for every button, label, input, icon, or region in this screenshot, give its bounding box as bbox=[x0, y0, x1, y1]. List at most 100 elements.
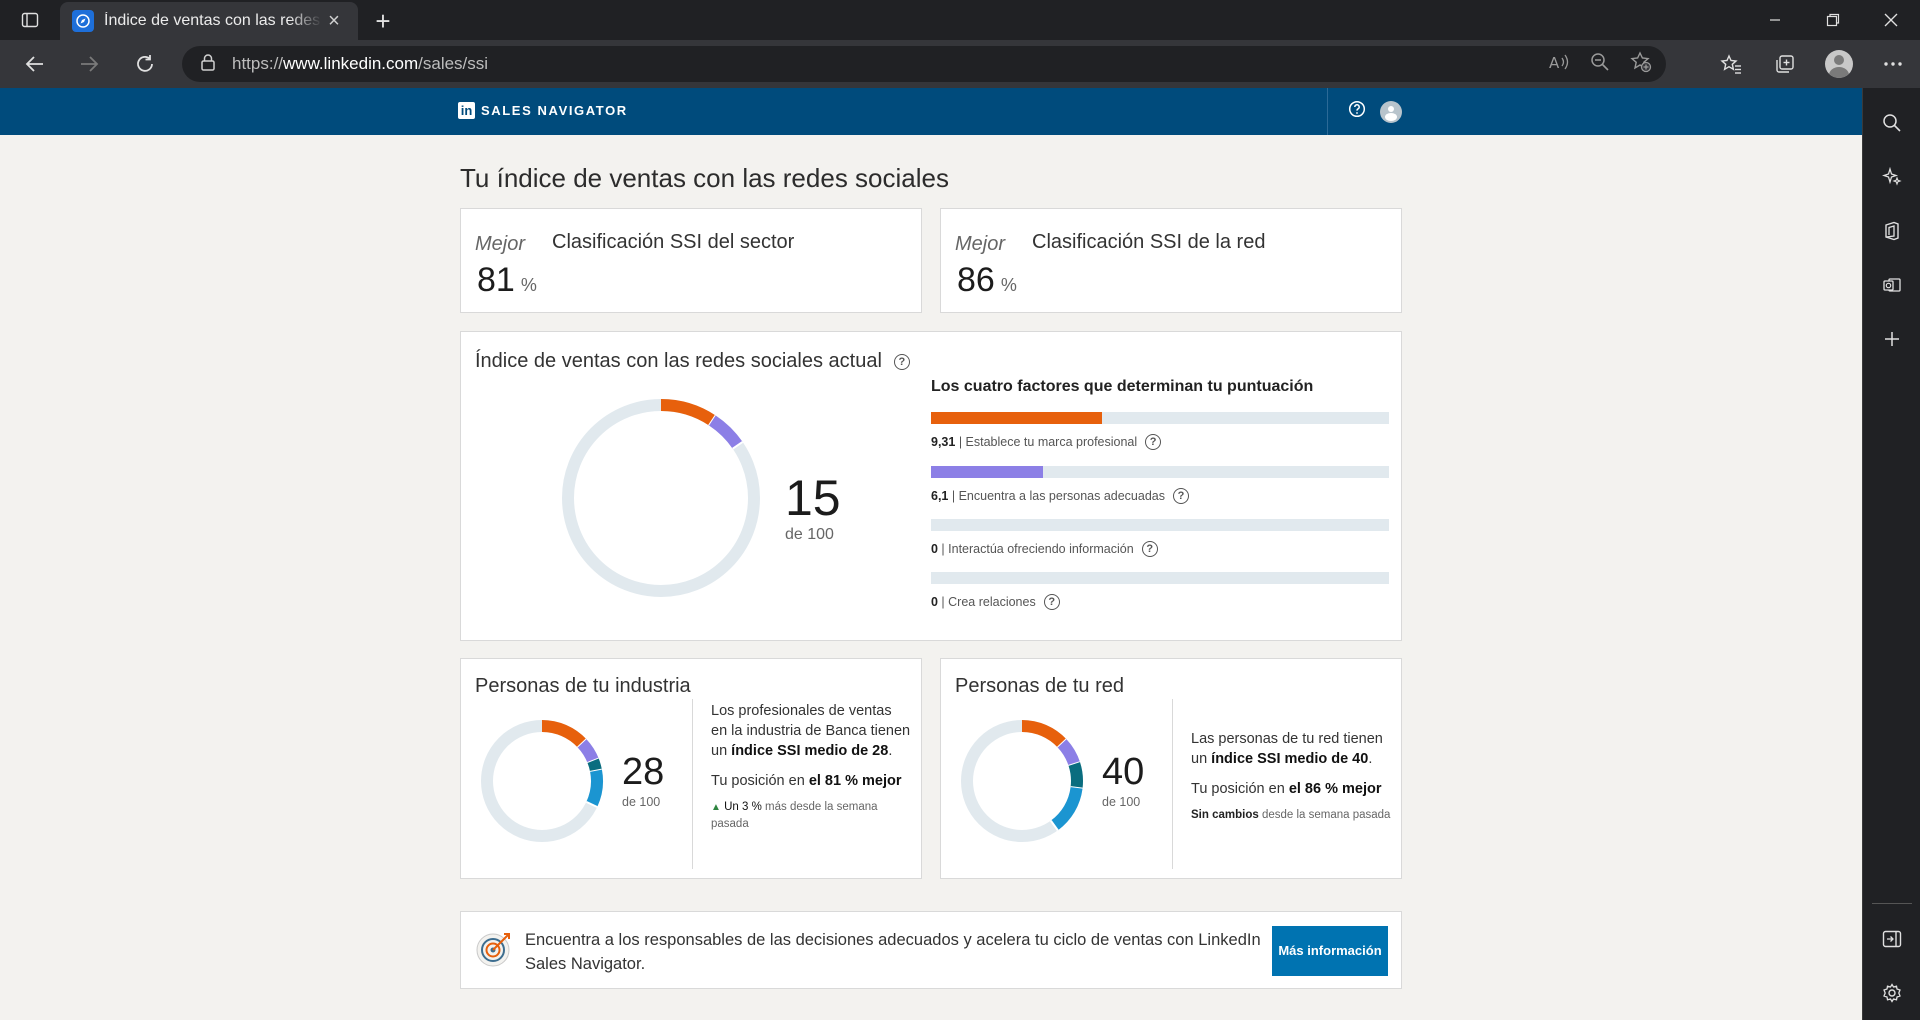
network-description: Las personas de tu red tienen un índice … bbox=[1191, 729, 1391, 823]
factor-find-people: 6,1 | Encuentra a las personas adecuadas… bbox=[931, 466, 1389, 504]
brand-name: SALES NAVIGATOR bbox=[481, 103, 628, 118]
favorites-icon[interactable] bbox=[1704, 40, 1758, 88]
page-title: Tu índice de ventas con las redes social… bbox=[460, 163, 949, 193]
sidebar-add-icon[interactable] bbox=[1863, 312, 1920, 366]
compass-icon bbox=[72, 10, 94, 32]
rank-value: 81% bbox=[477, 261, 537, 300]
rank-label: Clasificación SSI del sector bbox=[552, 231, 795, 253]
ssi-title-text: Índice de ventas con las redes sociales … bbox=[475, 350, 882, 372]
sidebar-sparkle-icon[interactable] bbox=[1863, 150, 1920, 204]
minimize-icon[interactable] bbox=[1746, 0, 1804, 40]
factor-fill bbox=[931, 466, 1043, 478]
back-icon[interactable] bbox=[8, 40, 62, 88]
donut-segment-0 bbox=[1021, 720, 1067, 748]
factor-value: 0 bbox=[931, 595, 938, 609]
network-donut bbox=[961, 720, 1083, 842]
web-page: in SALES NAVIGATOR Tu índice de ventas c… bbox=[0, 88, 1862, 1020]
donut-segment-2 bbox=[1068, 762, 1083, 789]
network-score: 40 bbox=[1102, 751, 1145, 793]
linkedin-logo-icon: in bbox=[458, 102, 475, 119]
user-avatar-icon[interactable] bbox=[1380, 100, 1402, 123]
url-text[interactable]: https://www.linkedin.com/sales/ssi bbox=[232, 54, 488, 74]
network-text-end: . bbox=[1368, 751, 1373, 767]
network-title: Personas de tu red bbox=[955, 675, 1124, 697]
factor-label: Crea relaciones bbox=[948, 595, 1036, 609]
rank-qualifier: Mejor bbox=[955, 233, 1006, 255]
promo-banner: Encuentra a los responsables de las deci… bbox=[460, 911, 1402, 989]
target-icon bbox=[475, 930, 513, 968]
factor-text: 0 | Interactúa ofreciendo información? bbox=[931, 541, 1389, 557]
industry-change: Un 3 % bbox=[724, 801, 762, 813]
donut-segment-1 bbox=[577, 739, 599, 764]
forward-icon[interactable] bbox=[62, 40, 116, 88]
add-favorite-icon[interactable] bbox=[1630, 50, 1652, 78]
network-change-rest: desde la semana pasada bbox=[1258, 809, 1391, 821]
promo-text: Encuentra a los responsables de las deci… bbox=[525, 931, 1261, 973]
sales-navigator-header: in SALES NAVIGATOR bbox=[0, 88, 1862, 135]
rank-number: 81 bbox=[477, 261, 515, 299]
help-circle-icon[interactable] bbox=[1348, 100, 1366, 123]
help-icon[interactable]: ? bbox=[1141, 541, 1158, 557]
donut-segment-1 bbox=[1057, 739, 1081, 767]
more-options-icon[interactable] bbox=[1866, 40, 1920, 88]
sales-navigator-logo[interactable]: in SALES NAVIGATOR bbox=[458, 102, 628, 119]
industry-rank-card: Mejor Clasificación SSI del sector 81% bbox=[460, 208, 922, 313]
factor-bar bbox=[931, 572, 1389, 584]
sidebar-bottom bbox=[1863, 895, 1920, 1020]
ssi-title: Índice de ventas con las redes sociales … bbox=[475, 350, 910, 373]
close-window-icon[interactable] bbox=[1862, 0, 1920, 40]
address-bar[interactable]: https://www.linkedin.com/sales/ssi A bbox=[182, 46, 1666, 82]
sidebar-settings-icon[interactable] bbox=[1863, 966, 1920, 1020]
close-tab-icon[interactable]: × bbox=[322, 10, 346, 33]
ssi-card: Índice de ventas con las redes sociales … bbox=[460, 331, 1402, 641]
industry-text-end: . bbox=[888, 743, 893, 759]
rank-label: Clasificación SSI de la red bbox=[1032, 231, 1266, 253]
network-card: Personas de tu red 40 de 100 Las persona… bbox=[940, 658, 1402, 879]
zoom-out-icon[interactable] bbox=[1590, 52, 1610, 77]
rank-number: 86 bbox=[957, 261, 995, 299]
industry-avg: índice SSI medio de 28 bbox=[731, 743, 889, 759]
help-icon[interactable]: ? bbox=[893, 353, 910, 370]
industry-position-prefix: Tu posición en bbox=[711, 773, 809, 789]
tab-title: Índice de ventas con las redes sociales bbox=[104, 12, 322, 29]
collections-icon[interactable] bbox=[1758, 40, 1812, 88]
industry-card: Personas de tu industria 28 de 100 Los p… bbox=[460, 658, 922, 879]
trend-up-icon: ▲ bbox=[711, 802, 721, 813]
network-position: el 86 % mejor bbox=[1288, 781, 1382, 797]
donut-segment-2 bbox=[587, 758, 602, 772]
restore-icon[interactable] bbox=[1804, 0, 1862, 40]
factor-label: Establece tu marca profesional bbox=[965, 435, 1138, 449]
sidebar-panel-icon[interactable] bbox=[1863, 912, 1920, 966]
sidebar-divider bbox=[1872, 903, 1912, 904]
new-tab-icon[interactable]: + bbox=[368, 6, 398, 36]
lock-icon[interactable] bbox=[200, 53, 216, 76]
svg-text:A: A bbox=[1549, 54, 1560, 72]
factor-text: 6,1 | Encuentra a las personas adecuadas… bbox=[931, 488, 1389, 504]
network-avg: índice SSI medio de 40 bbox=[1211, 751, 1369, 767]
sidebar-outlook-icon[interactable] bbox=[1863, 258, 1920, 312]
url-host: www.linkedin.com bbox=[283, 54, 419, 73]
ssi-score-of: de 100 bbox=[785, 526, 834, 543]
profile-avatar[interactable] bbox=[1812, 40, 1866, 88]
help-icon[interactable]: ? bbox=[1145, 434, 1162, 450]
browser-sidebar bbox=[1862, 88, 1920, 1020]
read-aloud-icon[interactable]: A bbox=[1548, 52, 1570, 77]
browser-tab[interactable]: Índice de ventas con las redes sociales … bbox=[60, 2, 358, 40]
factor-label: Interactúa ofreciendo información bbox=[948, 542, 1134, 556]
sidebar-search-icon[interactable] bbox=[1863, 96, 1920, 150]
refresh-icon[interactable] bbox=[118, 40, 172, 88]
network-score-of: de 100 bbox=[1102, 795, 1141, 809]
network-rank-card: Mejor Clasificación SSI de la red 86% bbox=[940, 208, 1402, 313]
factor-fill bbox=[931, 412, 1102, 424]
rank-unit: % bbox=[1000, 275, 1017, 295]
tab-actions-icon[interactable] bbox=[0, 0, 60, 40]
factor-value: 0 bbox=[931, 542, 938, 556]
help-icon[interactable]: ? bbox=[1172, 488, 1189, 504]
rank-unit: % bbox=[520, 275, 537, 295]
rank-qualifier: Mejor bbox=[475, 233, 526, 255]
more-info-button[interactable]: Más información bbox=[1272, 926, 1388, 976]
url-prefix: https:// bbox=[232, 54, 284, 73]
help-icon[interactable]: ? bbox=[1043, 594, 1060, 610]
sidebar-office-icon[interactable] bbox=[1863, 204, 1920, 258]
donut-segment-0 bbox=[541, 720, 587, 748]
